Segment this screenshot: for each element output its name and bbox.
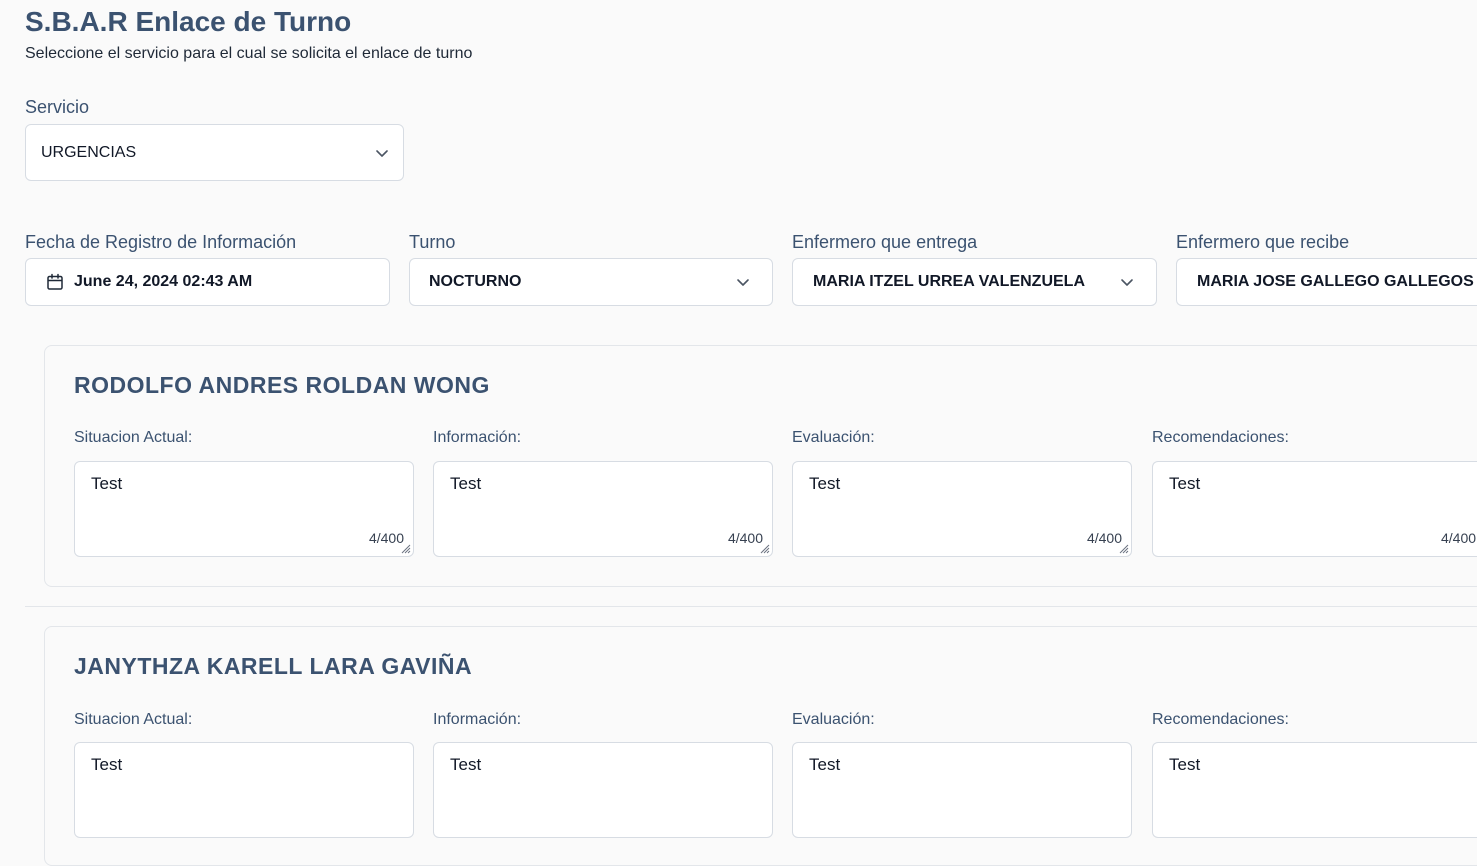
entrega-value: MARIA ITZEL URREA VALENZUELA — [813, 273, 1085, 290]
recibe-select[interactable]: MARIA JOSE GALLEGO GALLEGOS — [1176, 258, 1477, 306]
entrega-label: Enfermero que entrega — [792, 232, 978, 252]
recomendaciones-label: Recomendaciones: — [1152, 429, 1289, 446]
turno-value: NOCTURNO — [429, 273, 522, 290]
textarea-value: Test — [809, 755, 841, 774]
textarea-value: Test — [809, 474, 841, 493]
recibe-value: MARIA JOSE GALLEGO GALLEGOS — [1197, 273, 1474, 290]
textarea-value: Test — [450, 755, 482, 774]
patient-name: RODOLFO ANDRES ROLDAN WONG — [74, 372, 490, 398]
evaluacion-textarea[interactable]: Test — [792, 742, 1132, 838]
situacion-label: Situacion Actual: — [74, 711, 193, 728]
recomendaciones-textarea[interactable]: Test — [1152, 742, 1477, 838]
informacion-textarea[interactable]: Test 4/400 — [433, 461, 773, 557]
textarea-value: Test — [91, 755, 123, 774]
resize-handle-icon[interactable] — [1117, 542, 1129, 554]
textarea-value: Test — [450, 474, 482, 493]
resize-handle-icon[interactable] — [758, 542, 770, 554]
textarea-value: Test — [1169, 474, 1201, 493]
calendar-icon — [47, 273, 63, 290]
char-counter: 4/400 — [1441, 530, 1477, 546]
situacion-label: Situacion Actual: — [74, 429, 193, 446]
textarea-value: Test — [1169, 755, 1201, 774]
textarea-value: Test — [91, 474, 123, 493]
recibe-label: Enfermero que recibe — [1176, 232, 1350, 252]
informacion-label: Información: — [433, 429, 522, 446]
evaluacion-label: Evaluación: — [792, 429, 875, 446]
fecha-value: June 24, 2024 02:43 AM — [74, 273, 253, 290]
chevron-down-icon — [376, 149, 388, 157]
recomendaciones-label: Recomendaciones: — [1152, 711, 1289, 728]
fecha-label: Fecha de Registro de Información — [25, 232, 297, 252]
evaluacion-textarea[interactable]: Test 4/400 — [792, 461, 1132, 557]
recomendaciones-textarea[interactable]: Test 4/400 — [1152, 461, 1477, 557]
entrega-select[interactable]: MARIA ITZEL URREA VALENZUELA — [792, 258, 1157, 306]
chevron-down-icon — [737, 279, 749, 286]
informacion-textarea[interactable]: Test — [433, 742, 773, 838]
servicio-label: Servicio — [25, 97, 90, 117]
chevron-down-icon — [1121, 279, 1133, 286]
turno-select[interactable]: NOCTURNO — [409, 258, 773, 306]
fecha-picker[interactable]: June 24, 2024 02:43 AM — [25, 258, 390, 306]
situacion-textarea[interactable]: Test — [74, 742, 414, 838]
informacion-label: Información: — [433, 711, 522, 728]
situacion-textarea[interactable]: Test 4/400 — [74, 461, 414, 557]
section-divider — [25, 606, 1477, 607]
turno-label: Turno — [409, 232, 456, 252]
patient-name: JANYTHZA KARELL LARA GAVIÑA — [74, 653, 473, 679]
resize-handle-icon[interactable] — [399, 542, 411, 554]
servicio-value: URGENCIAS — [41, 143, 137, 161]
page-title: S.B.A.R Enlace de Turno — [25, 6, 352, 37]
page-subtitle: Seleccione el servicio para el cual se s… — [25, 45, 473, 62]
servicio-select[interactable]: URGENCIAS — [25, 124, 404, 181]
evaluacion-label: Evaluación: — [792, 711, 875, 728]
